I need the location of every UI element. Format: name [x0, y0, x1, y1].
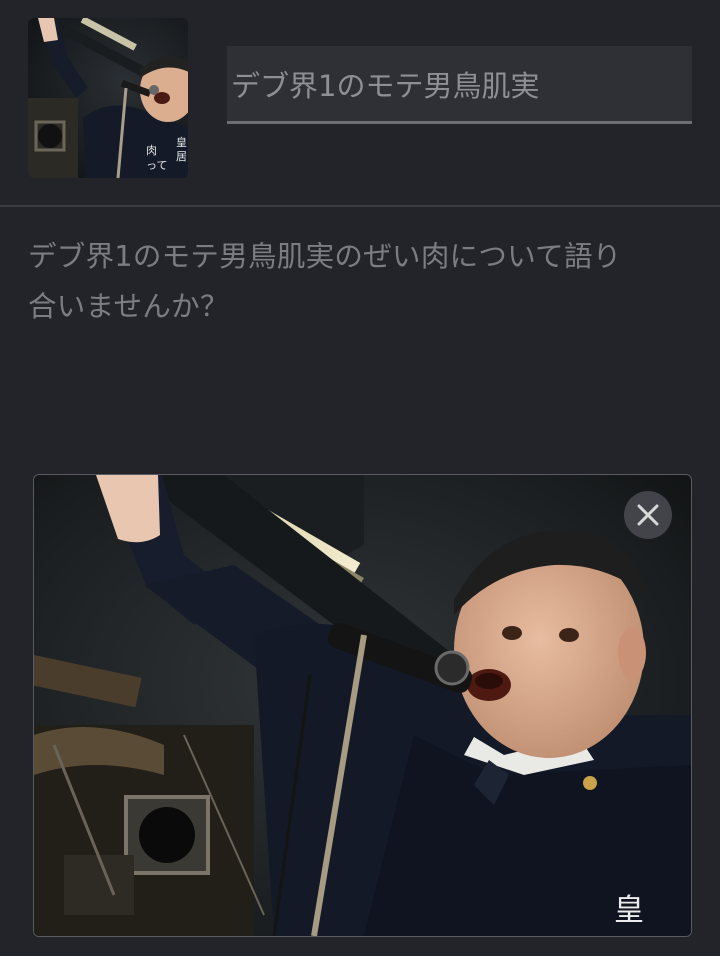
- remove-photo-button[interactable]: [624, 491, 672, 539]
- attached-photo[interactable]: 皇: [33, 474, 692, 937]
- svg-text:肉: 肉: [146, 144, 157, 157]
- svg-text:って: って: [146, 159, 167, 172]
- title-input[interactable]: [227, 46, 692, 124]
- post-header: 皇 居 肉 って: [0, 0, 720, 206]
- photo-thumbnail-icon: 皇 居 肉 って: [28, 18, 188, 178]
- svg-text:居: 居: [176, 150, 187, 163]
- header-divider: [0, 205, 720, 207]
- attached-photo-icon: 皇: [34, 475, 691, 936]
- post-compose-screen: 皇 居 肉 って デブ界1のモテ男鳥肌実のぜい肉について語り 合いませんか？: [0, 0, 720, 956]
- svg-text:皇: 皇: [176, 135, 187, 149]
- close-icon: [637, 504, 659, 526]
- thumbnail-image[interactable]: 皇 居 肉 って: [28, 18, 188, 178]
- post-body-text[interactable]: デブ界1のモテ男鳥肌実のぜい肉について語り 合いませんか？: [28, 232, 698, 332]
- uniform-text: 皇: [614, 893, 644, 928]
